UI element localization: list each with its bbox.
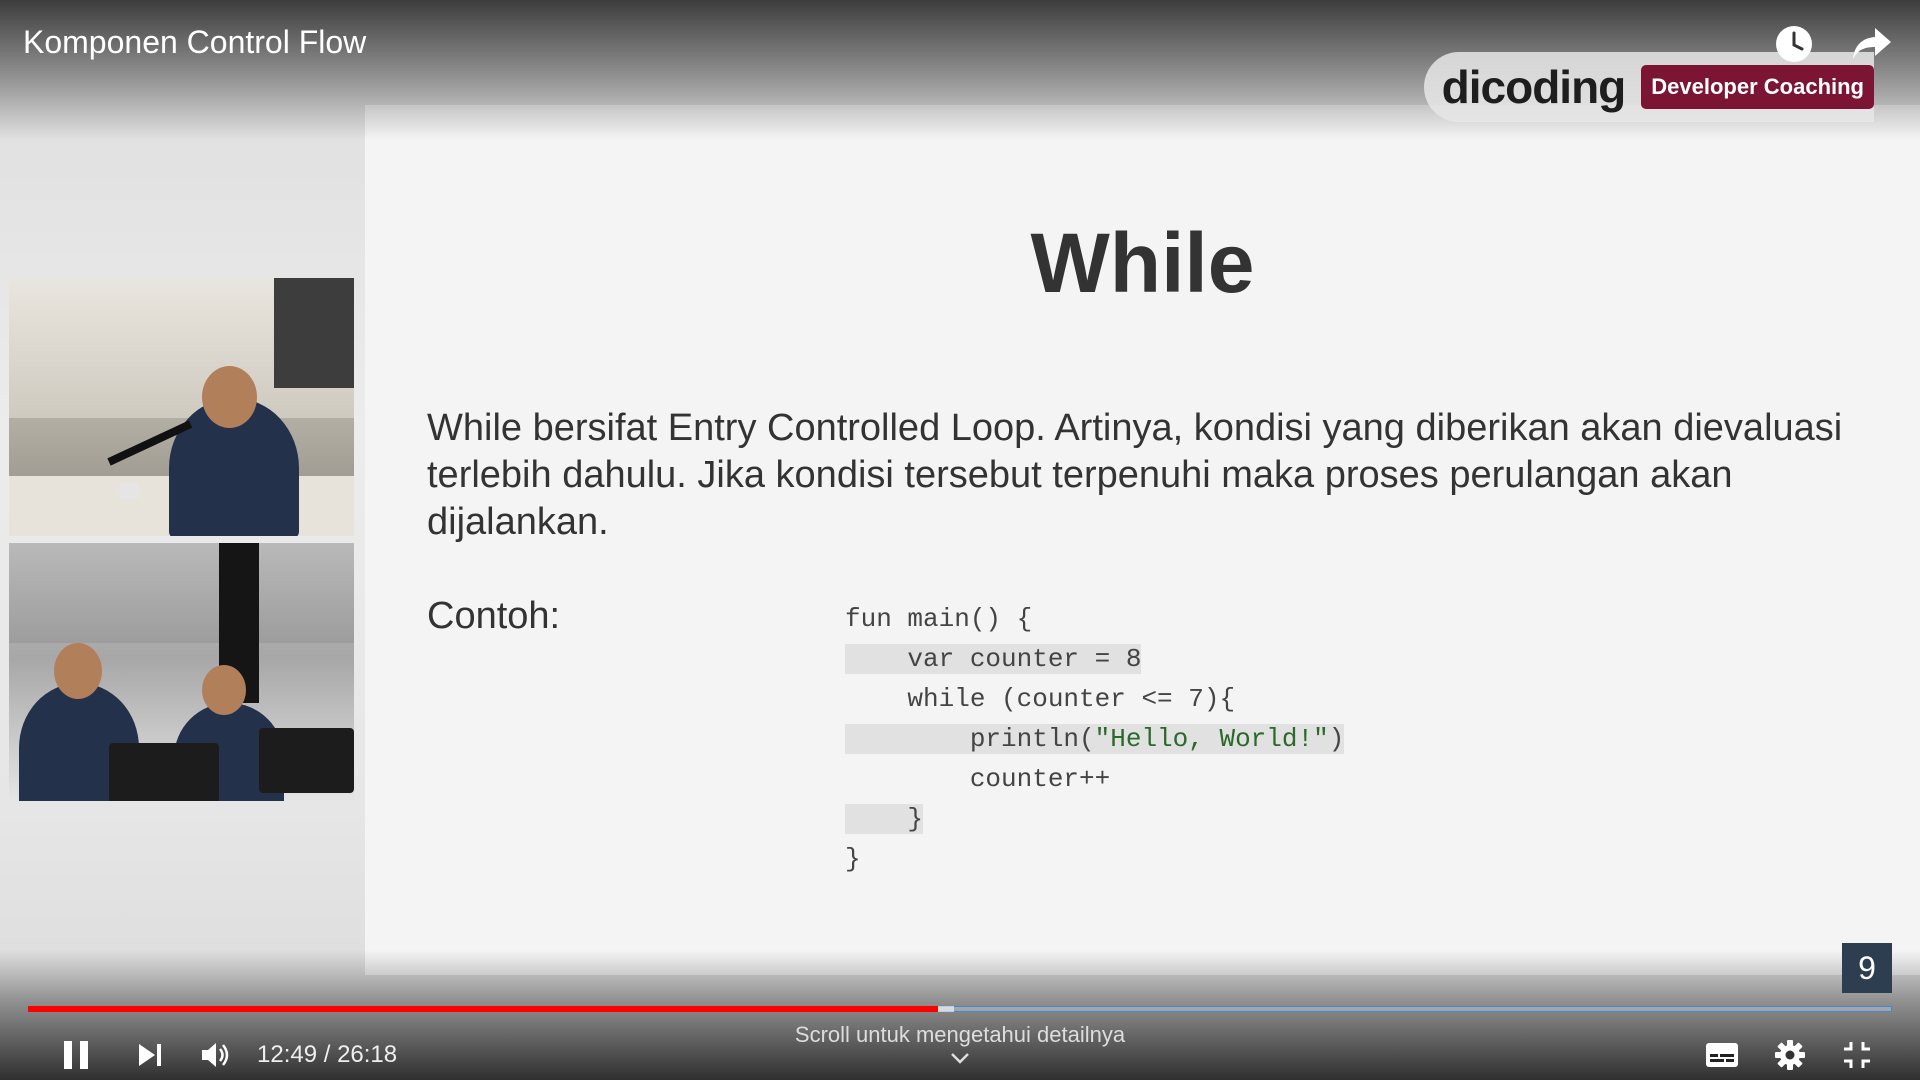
webcam-feed-host bbox=[9, 278, 354, 536]
person-head bbox=[54, 643, 102, 699]
clock-icon bbox=[1776, 26, 1812, 62]
window bbox=[274, 278, 354, 388]
code-text: } bbox=[845, 804, 924, 834]
background-wall bbox=[9, 543, 354, 643]
slide-body-text: While bersifat Entry Controlled Loop. Ar… bbox=[427, 407, 1843, 543]
code-line: fun main() { bbox=[845, 599, 1344, 639]
code-text: var counter = 8 bbox=[845, 644, 1142, 674]
mug bbox=[119, 483, 139, 499]
code-text: println( bbox=[845, 724, 1095, 754]
webcam-feed-hosts bbox=[9, 543, 354, 801]
person-head bbox=[202, 665, 246, 715]
code-line: } bbox=[845, 839, 1344, 879]
laptop bbox=[109, 743, 219, 801]
code-block: fun main() { var counter = 8 while (coun… bbox=[845, 599, 1345, 879]
top-actions bbox=[1772, 22, 1894, 66]
code-line: var counter = 8 bbox=[845, 639, 1344, 679]
slide-number: 9 bbox=[1842, 943, 1892, 993]
watch-later-button[interactable] bbox=[1772, 22, 1816, 66]
code-string: "Hello, World!" bbox=[1094, 724, 1329, 754]
code-text: counter++ bbox=[845, 764, 1111, 794]
code-line: counter++ bbox=[845, 759, 1344, 799]
code-text: ) bbox=[1328, 724, 1345, 754]
slide-title: While bbox=[1030, 216, 1255, 310]
code-line: } bbox=[845, 799, 1344, 839]
share-button[interactable] bbox=[1850, 22, 1894, 66]
chevron-down-icon[interactable] bbox=[949, 1051, 971, 1070]
code-line: println("Hello, World!") bbox=[845, 719, 1345, 759]
laptop bbox=[259, 728, 354, 793]
code-text: while (counter <= 7){ bbox=[845, 684, 1236, 714]
share-icon bbox=[1853, 28, 1891, 59]
presentation-slide: While While bersifat Entry Controlled Lo… bbox=[365, 105, 1920, 975]
progress-played bbox=[28, 1006, 938, 1012]
person-head bbox=[202, 366, 257, 428]
example-label: Contoh: bbox=[427, 595, 561, 637]
code-line: while (counter <= 7){ bbox=[845, 679, 1344, 719]
code-text: } bbox=[845, 844, 861, 874]
progress-bar[interactable] bbox=[28, 1003, 1892, 1015]
video-frame[interactable]: While While bersifat Entry Controlled Lo… bbox=[0, 0, 1920, 1080]
scroll-hint[interactable]: Scroll untuk mengetahui detailnya bbox=[0, 1022, 1920, 1048]
code-text: fun main() { bbox=[845, 604, 1033, 634]
dicoding-logo: dicoding bbox=[1441, 61, 1627, 113]
developer-coaching-badge: Developer Coaching bbox=[1641, 65, 1874, 109]
video-title[interactable]: Komponen Control Flow bbox=[23, 24, 366, 61]
